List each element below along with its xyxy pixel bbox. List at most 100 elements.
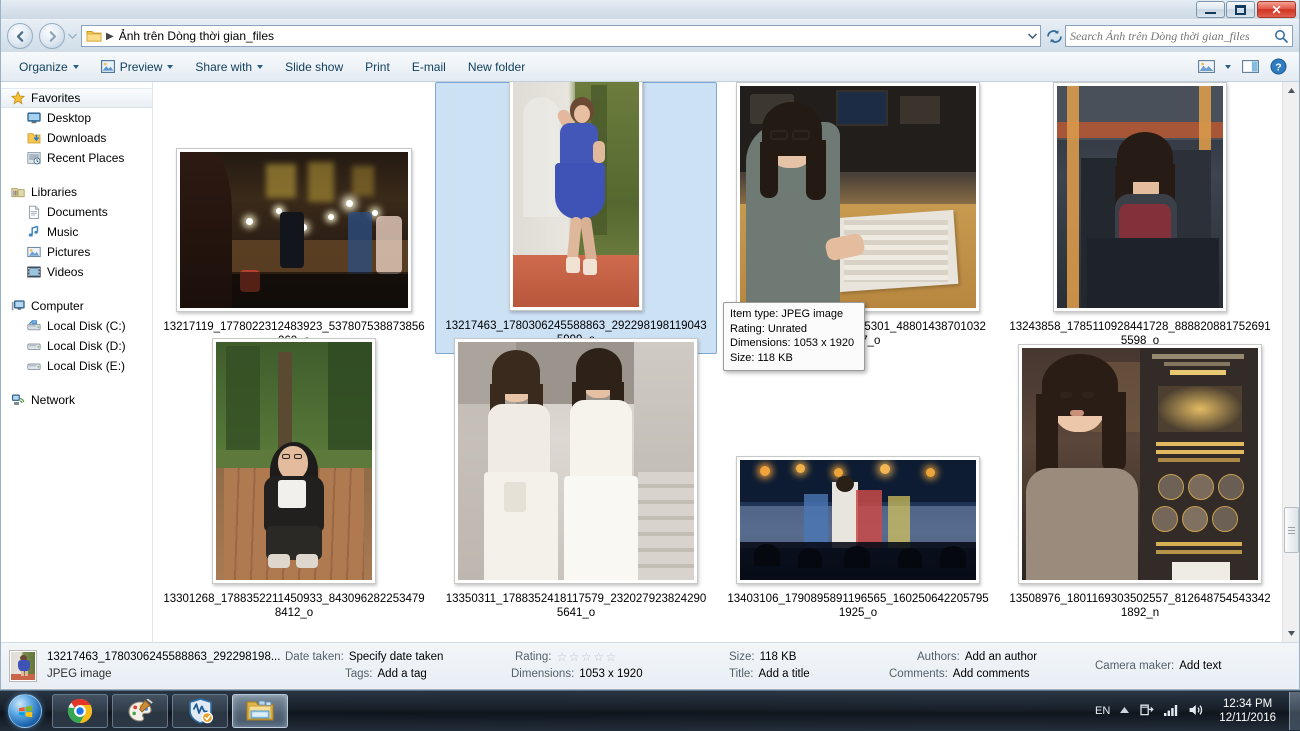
details-value[interactable]: Add comments	[953, 667, 1030, 681]
sidebar-item-desktop[interactable]: Desktop	[1, 108, 152, 128]
details-authors-row[interactable]: Authors: Add an author	[885, 650, 1085, 664]
pictures-icon	[27, 246, 41, 258]
taskbar-item-explorer[interactable]	[232, 694, 288, 728]
file-item[interactable]: 13301268_1788352211450933_84309628225347…	[153, 338, 435, 626]
sidebar-label: Computer	[31, 299, 84, 313]
language-indicator[interactable]: EN	[1095, 705, 1110, 717]
search-input[interactable]	[1070, 28, 1274, 44]
sidebar-label: Local Disk (D:)	[47, 339, 126, 353]
details-value[interactable]: Add an author	[965, 650, 1037, 664]
sidebar-item-pictures[interactable]: Pictures	[1, 242, 152, 262]
details-date-taken-row[interactable]: Date taken: Specify date taken	[285, 650, 511, 664]
details-value[interactable]: Add a tag	[378, 667, 427, 681]
start-button[interactable]	[2, 692, 48, 730]
videos-icon	[27, 266, 41, 278]
sidebar-item-favorites[interactable]: Favorites	[1, 88, 152, 108]
details-title-row[interactable]: Title: Add a title	[707, 667, 885, 681]
action-center-icon[interactable]	[1139, 702, 1155, 720]
star-icon[interactable]: ☆	[606, 651, 617, 663]
taskbar-item-paint[interactable]	[112, 694, 168, 728]
search-icon[interactable]	[1274, 29, 1288, 43]
file-item[interactable]: 13227535_1780308532255301_48801438701032…	[717, 82, 999, 354]
file-item[interactable]: 13403106_1790895891196565_16025064220579…	[717, 354, 999, 626]
details-label: Rating:	[515, 651, 552, 663]
address-bar[interactable]: ▶ Ảnh trên Dòng thời gian_files	[81, 25, 1041, 47]
scroll-up-button[interactable]	[1283, 82, 1300, 99]
details-camera-maker-row[interactable]: Camera maker: Add text	[1085, 659, 1295, 673]
sidebar-item-documents[interactable]: Documents	[1, 202, 152, 222]
taskbar-item-security[interactable]	[172, 694, 228, 728]
details-value[interactable]: Specify date taken	[349, 650, 444, 664]
thumbnail-frame	[736, 82, 980, 312]
network-icon[interactable]	[1163, 703, 1179, 720]
view-dropdown-caret[interactable]	[1221, 55, 1235, 79]
print-label: Print	[365, 59, 390, 74]
paint-palette-icon	[127, 698, 153, 722]
clock[interactable]: 12:34 PM 12/11/2016	[1213, 697, 1282, 725]
vertical-scrollbar[interactable]	[1282, 82, 1299, 642]
taskbar: EN 12:34 PM 12/11/2016	[0, 690, 1300, 731]
file-item[interactable]: 13350311_1788352418117579_23202792382429…	[435, 338, 717, 626]
refresh-button[interactable]	[1043, 25, 1065, 47]
details-value[interactable]: Add a title	[759, 667, 810, 681]
minimize-button[interactable]	[1196, 1, 1225, 18]
change-view-icon[interactable]	[1193, 55, 1219, 79]
share-with-button[interactable]: Share with	[185, 55, 273, 79]
star-icon[interactable]: ☆	[593, 651, 604, 663]
star-icon[interactable]: ☆	[556, 651, 567, 663]
new-folder-button[interactable]: New folder	[458, 55, 535, 79]
sidebar-item-computer[interactable]: Computer	[1, 296, 152, 316]
taskbar-item-chrome[interactable]	[52, 694, 108, 728]
maximize-button[interactable]	[1226, 1, 1255, 18]
recent-pages-button[interactable]	[65, 23, 79, 49]
address-dropdown-button[interactable]	[1024, 26, 1040, 46]
star-icon[interactable]: ☆	[581, 651, 592, 663]
sidebar-item-local-disk-c[interactable]: Local Disk (C:)	[1, 316, 152, 336]
details-value: 1053 x 1920	[579, 668, 643, 680]
organize-button[interactable]: Organize	[9, 55, 89, 79]
computer-icon	[11, 300, 25, 311]
sidebar-item-local-disk-e[interactable]: Local Disk (E:)	[1, 356, 152, 376]
recent-places-icon	[27, 152, 41, 165]
volume-icon[interactable]	[1188, 703, 1204, 720]
file-item[interactable]: 13217119_1778022312483923_53780753887385…	[153, 82, 435, 354]
forward-button[interactable]	[39, 23, 65, 49]
file-item[interactable]: 13508976_1801169303502557_81264875454334…	[999, 344, 1281, 626]
file-item[interactable]: 13243858_1785110928441728_88882088175269…	[999, 82, 1281, 354]
details-label: Size:	[729, 651, 755, 663]
organize-label: Organize	[19, 59, 68, 74]
file-list-view[interactable]: 13217119_1778022312483923_53780753887385…	[153, 82, 1282, 642]
preview-button[interactable]: Preview	[91, 55, 184, 79]
details-comments-row[interactable]: Comments: Add comments	[885, 667, 1085, 681]
print-button[interactable]: Print	[355, 55, 400, 79]
details-tags-row[interactable]: Tags: Add a tag	[285, 667, 511, 681]
scrollbar-thumb[interactable]	[1284, 507, 1299, 553]
details-rating-row[interactable]: Rating: ☆ ☆ ☆ ☆ ☆	[511, 650, 707, 664]
sidebar-item-music[interactable]: Music	[1, 222, 152, 242]
sidebar-item-local-disk-d[interactable]: Local Disk (D:)	[1, 336, 152, 356]
chevron-down-icon	[1288, 631, 1295, 636]
preview-pane-icon[interactable]	[1237, 55, 1263, 79]
star-icon[interactable]: ☆	[569, 651, 580, 663]
search-box[interactable]	[1065, 25, 1293, 47]
help-icon[interactable]: ?	[1265, 55, 1291, 79]
close-button[interactable]: ✕	[1257, 1, 1296, 18]
details-value[interactable]: Add text	[1179, 659, 1221, 673]
back-button[interactable]	[7, 23, 33, 49]
slide-show-button[interactable]: Slide show	[275, 55, 353, 79]
show-desktop-button[interactable]	[1289, 692, 1300, 730]
new-folder-label: New folder	[467, 59, 526, 74]
sidebar-item-recent-places[interactable]: Recent Places	[1, 148, 152, 168]
command-bar-right: ?	[1193, 55, 1299, 79]
sidebar-item-downloads[interactable]: Downloads	[1, 128, 152, 148]
email-button[interactable]: E-mail	[402, 55, 456, 79]
sidebar-item-libraries[interactable]: Libraries	[1, 182, 152, 202]
thumbnail-frame	[509, 82, 643, 311]
scroll-down-button[interactable]	[1283, 625, 1300, 642]
sidebar-item-network[interactable]: Network	[1, 390, 152, 410]
file-item-selected[interactable]: 13217463_1780306245588863_29229819811904…	[435, 82, 717, 354]
show-hidden-icons-button[interactable]	[1119, 705, 1130, 717]
breadcrumb[interactable]: Ảnh trên Dòng thời gian_files	[119, 29, 274, 43]
rating-stars[interactable]: ☆ ☆ ☆ ☆ ☆	[556, 651, 616, 663]
sidebar-item-videos[interactable]: Videos	[1, 262, 152, 282]
